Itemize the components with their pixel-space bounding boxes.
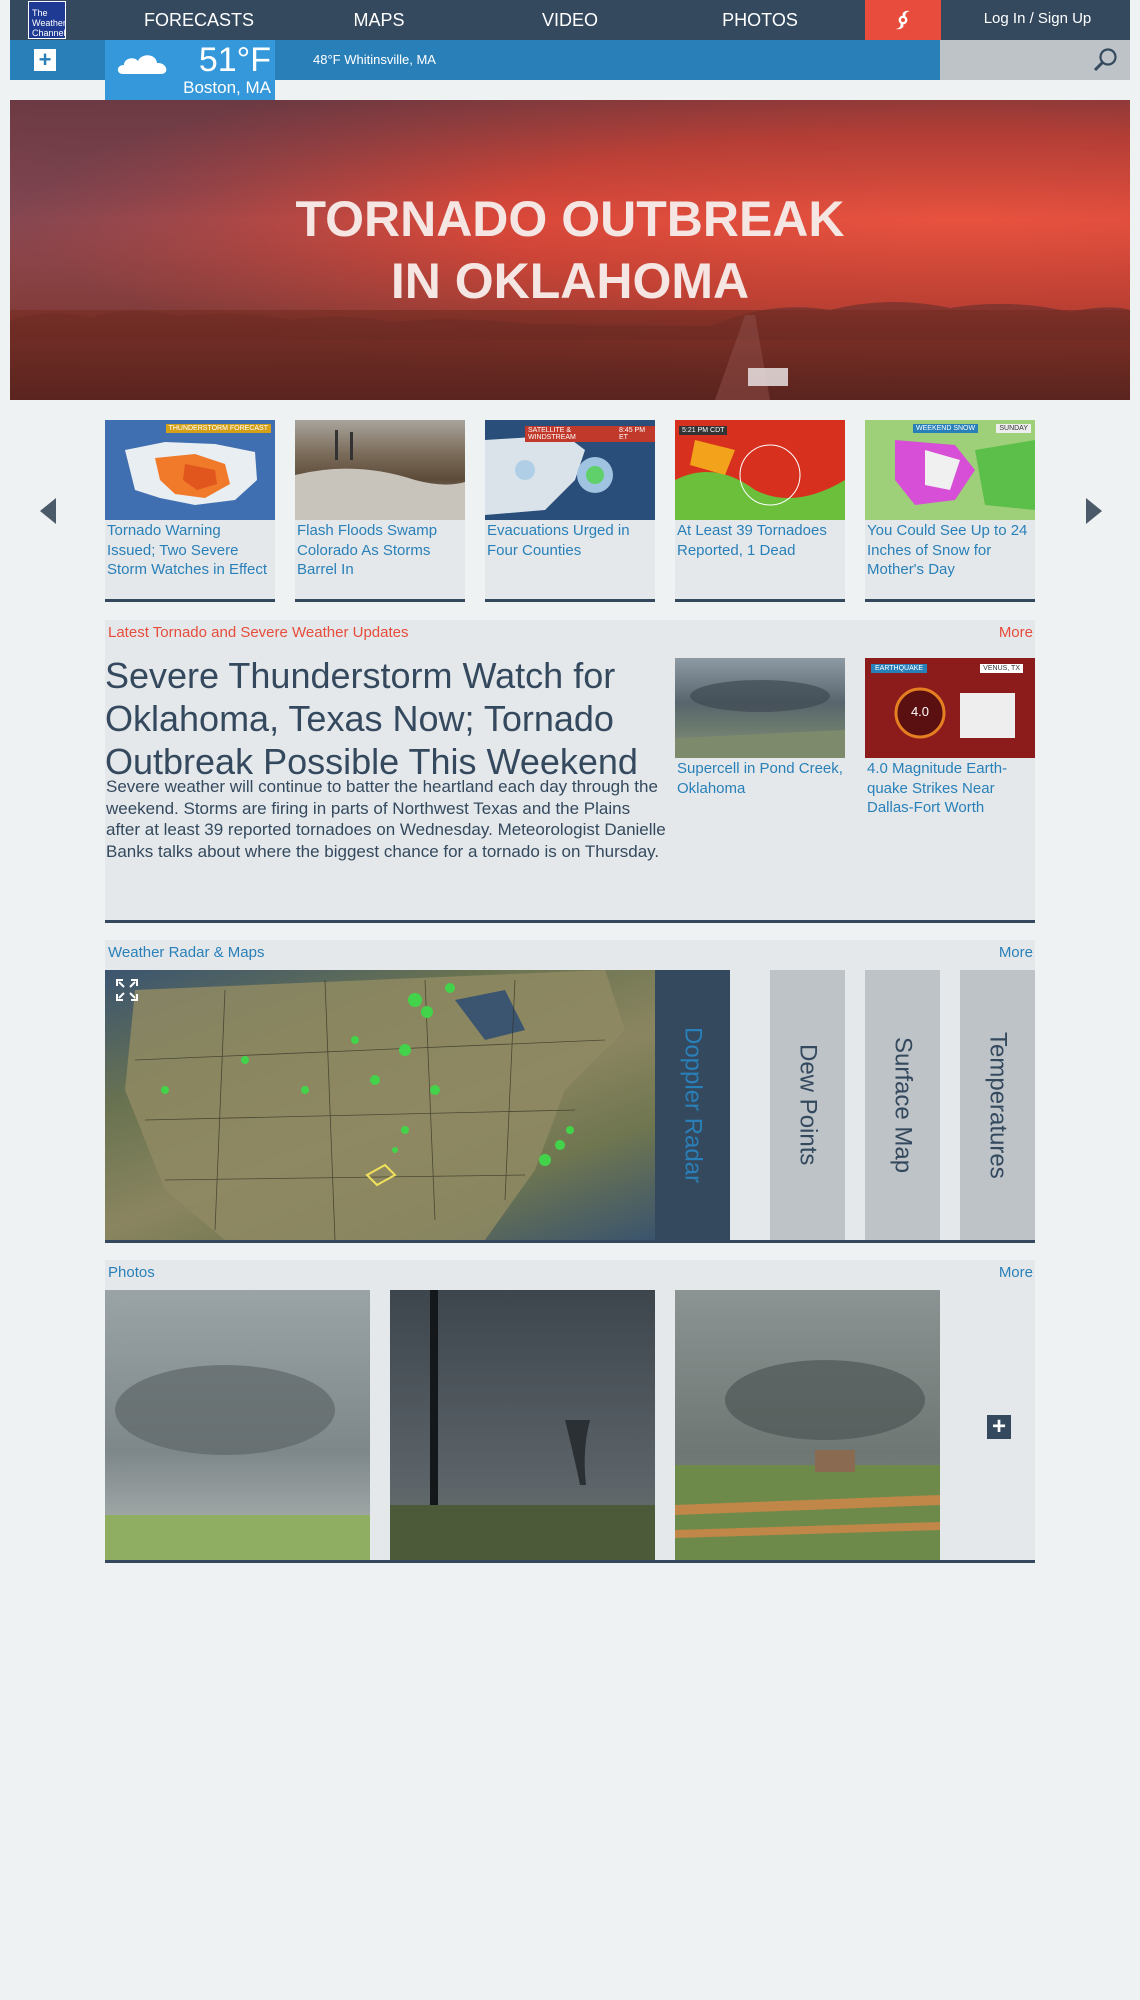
tab-surface-map[interactable]: Surface Map: [865, 970, 940, 1240]
thumb-tag: THUNDERSTORM FORECAST: [165, 424, 271, 433]
photos-section: Photos More +: [105, 1260, 1035, 1563]
magnitude-value: 4.0: [910, 704, 930, 719]
supercell-photo-thumbnail: [675, 658, 845, 758]
nav-maps[interactable]: MAPS: [304, 0, 454, 40]
tab-dew-points[interactable]: Dew Points: [770, 970, 845, 1240]
carousel-card[interactable]: SATELLITE & WINDSTREAM 8:45 PM ET Evacua…: [485, 420, 655, 602]
nav-photos[interactable]: PHOTOS: [685, 0, 835, 40]
section-title[interactable]: Latest Tornado and Severe Weather Update…: [108, 624, 408, 641]
radar-graphic: [675, 420, 845, 520]
carousel-card[interactable]: Flash Floods Swamp Colorado As Storms Ba…: [295, 420, 465, 602]
tab-label: Dew Points: [794, 1044, 822, 1166]
search-icon[interactable]: [1092, 46, 1120, 74]
hurricane-icon: [896, 10, 910, 30]
cloud-icon: [117, 55, 167, 74]
carousel-next-icon[interactable]: [1086, 498, 1102, 524]
forecast-map-thumbnail: THUNDERSTORM FORECAST: [105, 420, 275, 520]
thumb-tag-time: 8:45 PM ET: [618, 427, 646, 441]
us-map-graphic: [125, 442, 257, 505]
side-story-card[interactable]: Supercell in Pond Creek, Oklahoma: [675, 658, 845, 799]
login-signup-link[interactable]: Log In / Sign Up: [945, 0, 1130, 40]
latest-updates-section: Latest Tornado and Severe Weather Update…: [105, 620, 1035, 923]
current-temp: 51°F: [198, 41, 271, 79]
snow-map-thumbnail: WEEKEND SNOW SUNDAY: [865, 420, 1035, 520]
side-caption: Supercell in Pond Creek, Oklahoma: [677, 760, 843, 797]
weather-channel-logo[interactable]: The Weather Channel: [28, 1, 66, 39]
thumb-tag: WEEKEND SNOW: [913, 424, 979, 433]
tornado-photo-graphic: [390, 1290, 655, 1560]
hero-title: TORNADO OUTBREAK IN OKLAHOMA: [10, 188, 1130, 312]
card-caption: You Could See Up to 24 Inches of Snow fo…: [867, 522, 1028, 578]
flood-photo-graphic: [295, 430, 465, 520]
card-caption: At Least 39 Tornadoes Reported, 1 Dead: [677, 522, 827, 559]
card-caption: Evacuations Urged in Four Counties: [487, 522, 630, 559]
side-story-card[interactable]: EARTHQUAKE VENUS, TX 4.0 4.0 Magnitude E…: [865, 658, 1035, 819]
hero-banner[interactable]: TORNADO OUTBREAK IN OKLAHOMA: [10, 100, 1130, 400]
tab-doppler-radar[interactable]: Doppler Radar: [655, 970, 730, 1240]
radar-maps-section: Weather Radar & Maps More Doppler Radar …: [105, 940, 1035, 1243]
lead-summary: Severe weather will continue to batter t…: [106, 777, 666, 861]
more-link[interactable]: More: [999, 1264, 1033, 1281]
nav-forecasts[interactable]: FORECASTS: [124, 0, 274, 40]
search-bar[interactable]: [940, 40, 1130, 80]
magnitude-gauge-icon: [894, 687, 1015, 739]
expand-icon[interactable]: [115, 978, 139, 1002]
card-caption: Flash Floods Swamp Colorado As Storms Ba…: [297, 522, 438, 578]
tab-label: Temperatures: [984, 1031, 1012, 1179]
hurricane-button[interactable]: [865, 0, 941, 40]
earthquake-thumbnail: EARTHQUAKE VENUS, TX 4.0: [865, 658, 1035, 758]
side-caption: 4.0 Magnitude Earth-quake Strikes Near D…: [867, 760, 1008, 816]
lead-headline[interactable]: Severe Thunderstorm Watch for Oklahoma, …: [105, 654, 675, 783]
tab-label: Doppler Radar: [679, 1026, 707, 1184]
carousel-prev-icon[interactable]: [40, 498, 56, 524]
card-caption: Tornado Warning Issued; Two Severe Storm…: [107, 522, 268, 578]
thumb-tag: 5:21 PM CDT: [679, 426, 728, 435]
thumb-day: SUNDAY: [996, 424, 1031, 433]
carousel-card[interactable]: WEEKEND SNOW SUNDAY You Could See Up to …: [865, 420, 1035, 602]
tab-label: Surface Map: [889, 1036, 917, 1174]
section-title[interactable]: Weather Radar & Maps: [108, 944, 264, 961]
thumb-tag: EARTHQUAKE: [871, 664, 928, 673]
more-photos-plus-icon[interactable]: +: [987, 1415, 1011, 1439]
satellite-thumbnail: SATELLITE & WINDSTREAM 8:45 PM ET: [485, 420, 655, 520]
carousel-card[interactable]: 5:21 PM CDT At Least 39 Tornadoes Report…: [675, 420, 845, 602]
top-nav: The Weather Channel FORECASTS MAPS VIDEO…: [10, 0, 1130, 40]
current-conditions[interactable]: 51°F Boston, MA: [105, 40, 275, 100]
thumb-location: VENUS, TX: [980, 664, 1023, 673]
carousel-card[interactable]: THUNDERSTORM FORECAST Tornado Warning Is…: [105, 420, 275, 602]
hero-title-line-1: TORNADO OUTBREAK: [295, 191, 845, 247]
section-title[interactable]: Photos: [108, 1264, 155, 1281]
thumb-tag: SATELLITE & WINDSTREAM 8:45 PM ET: [525, 426, 655, 442]
supercell-graphic: [675, 680, 845, 758]
radar-map-graphic: [125, 970, 625, 1240]
flood-photo-thumbnail: [295, 420, 465, 520]
thumb-tag-label: SATELLITE & WINDSTREAM: [528, 427, 576, 441]
storm-photo-graphic: [105, 1290, 370, 1560]
nearby-location[interactable]: 48°F Whitinsville, MA: [313, 40, 436, 80]
current-city: Boston, MA: [183, 78, 271, 97]
more-link[interactable]: More: [999, 624, 1033, 641]
photo-thumbnail[interactable]: [390, 1290, 655, 1560]
snow-map-graphic: [895, 440, 1035, 510]
photo-thumbnail[interactable]: [675, 1290, 940, 1560]
tab-temperatures[interactable]: Temperatures: [960, 970, 1035, 1240]
nav-video[interactable]: VIDEO: [495, 0, 645, 40]
more-link[interactable]: More: [999, 944, 1033, 961]
photo-thumbnail[interactable]: [105, 1290, 370, 1560]
house-storm-photo-graphic: [675, 1290, 940, 1560]
hero-title-line-2: IN OKLAHOMA: [390, 253, 750, 309]
add-location-icon[interactable]: +: [34, 49, 56, 71]
radar-thumbnail: 5:21 PM CDT: [675, 420, 845, 520]
radar-map[interactable]: [105, 970, 655, 1240]
